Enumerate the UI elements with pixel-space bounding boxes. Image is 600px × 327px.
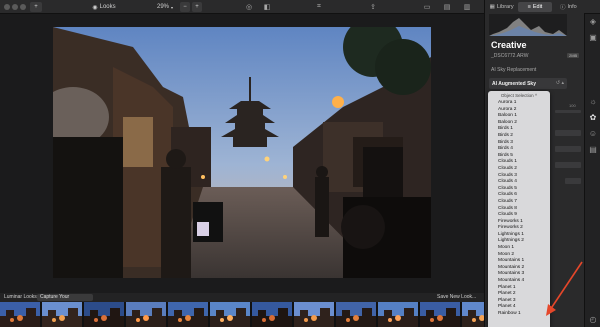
file-size-badge: 2MB [567,53,580,58]
portfolio-icon[interactable]: ▤ [588,144,598,154]
looks-icon: ◉ [92,4,98,11]
dropdown-item[interactable]: Planet 4 [488,304,550,311]
filmstrip-icon[interactable]: ▤ [440,2,454,12]
close-window-icon[interactable] [4,4,10,10]
sky-slider-1[interactable] [555,110,581,113]
dropdown-item[interactable]: Clouds 1 [488,159,550,166]
add-button[interactable]: + [30,2,42,12]
chevron-down-icon: ▾ [171,4,174,10]
dropdown-item[interactable]: Birds 1 [488,126,550,133]
look-thumbnail[interactable] [252,302,292,327]
minimize-window-icon[interactable] [12,4,18,10]
section-title: AI Augmented Sky [492,81,536,87]
panel-title: Creative [491,40,527,50]
dropdown-item[interactable]: Fireworks 2 [488,225,550,232]
object-selection-dropdown[interactable]: Object Selection ^ Aurora 1 Aurora 2 Baloo… [488,91,550,327]
looks-bar-label: Luminar Looks: [4,294,39,300]
dropdown-item[interactable]: Clouds 2 [488,166,550,173]
dropdown-item[interactable]: Clouds 6 [488,192,550,199]
reset-icon[interactable]: ↺ [556,80,560,86]
histogram [489,14,567,36]
edit-icon: ≡ [527,4,531,10]
panel-tabs: ▦ Library ≡ Edit ⓘ Info [485,2,585,12]
look-thumbnail[interactable] [0,302,40,327]
crop-icon[interactable]: ⌗ [312,2,326,12]
tab-info[interactable]: ⓘ Info [552,2,585,12]
ai-augmented-sky-header[interactable]: AI Augmented Sky ↺ ▴ [489,78,567,89]
slider-value: 100 [569,103,576,108]
histogram-graph [489,18,567,36]
section-controls: ↺ ▴ [556,80,564,86]
look-thumbnail[interactable] [168,302,208,327]
sky-control-4[interactable] [565,178,581,184]
share-icon[interactable]: ⇪ [366,2,380,12]
tab-library[interactable]: ▦ Library [485,2,518,12]
look-thumbnail[interactable] [336,302,376,327]
looks-label: Looks [99,4,116,10]
sun-icon[interactable]: ☼ [588,96,598,106]
luminar-window: + ◉ Looks 29% ▾ − + ◎ ◧ ⌗ ⇪ ▭ ▤ ▥ Lumina… [0,0,600,327]
dropdown-item[interactable]: Rainbow 1 [488,311,550,318]
zoom-level[interactable]: 29% ▾ [152,2,178,12]
file-name: _DSC6772.ARW [491,53,529,59]
tab-label: Library [496,4,514,10]
look-thumbnail[interactable] [294,302,334,327]
look-thumbnail[interactable] [210,302,250,327]
dropdown-item[interactable]: Birds 2 [488,133,550,140]
look-thumbnail[interactable] [42,302,82,327]
dropdown-item[interactable]: Aurora 1 [488,100,550,107]
dropdown-header: Object Selection ^ [500,93,538,98]
face-icon[interactable]: ☺ [588,128,598,138]
tab-edit[interactable]: ≡ Edit [518,2,552,12]
dropdown-item[interactable]: Clouds 4 [488,179,550,186]
look-thumbnail[interactable] [378,302,418,327]
dropdown-item[interactable]: Mountains 1 [488,258,550,265]
dropdown-item[interactable]: Planet 2 [488,291,550,298]
sky-control-3[interactable] [555,162,581,168]
looks-collection-select[interactable]: Capture Your Wanderlust ▾ [37,294,93,308]
compare-icon[interactable]: ◧ [260,2,274,12]
dropdown-item[interactable]: Clouds 7 [488,199,550,206]
section-subheading: AI Sky Replacement [491,67,537,73]
palette-icon[interactable]: ✿ [588,112,598,122]
zoom-value: 29% [156,4,169,10]
layers-icon[interactable]: ◈ [588,16,598,26]
zoom-out-button[interactable]: − [180,2,190,12]
looks-thumbnails [0,302,502,327]
dropdown-item[interactable]: Clouds 9 [488,212,550,219]
look-thumbnail[interactable] [84,302,124,327]
zoom-in-button[interactable]: + [192,2,202,12]
canvas-icon[interactable]: ▣ [588,32,598,42]
zoom-window-icon[interactable] [20,4,26,10]
photo-canvas [53,27,431,278]
tool-rail: ◈ ▣ ☼ ✿ ☺ ▤ ◴ [584,14,600,327]
look-thumbnail[interactable] [126,302,166,327]
left-margin [0,14,52,291]
main-photo[interactable] [53,27,431,278]
dropdown-item[interactable]: Birds 4 [488,146,550,153]
sky-control-1[interactable] [555,130,581,136]
dropdown-item[interactable]: Baloon 1 [488,113,550,120]
looks-bar: Luminar Looks: Capture Your Wanderlust ▾… [0,293,484,308]
tab-label: Edit [532,4,543,10]
dropdown-list: Aurora 1 Aurora 2 Baloon 1 Baloon 2 Birds 1B… [488,100,550,318]
library-icon: ▦ [489,4,495,10]
look-thumbnail[interactable] [420,302,460,327]
history-icon[interactable]: ◴ [588,314,598,324]
dropdown-item[interactable]: Mountains 4 [488,278,550,285]
collapse-icon[interactable]: ▴ [561,80,564,86]
info-icon: ⓘ [559,5,566,11]
dropdown-item[interactable]: Moon 1 [488,245,550,252]
side-panel-icon[interactable]: ▥ [460,2,474,12]
looks-button[interactable]: ◉ Looks [86,2,122,12]
eye-icon[interactable]: ◎ [242,2,256,12]
save-new-look-button[interactable]: Save New Look... [437,294,476,300]
tab-label: Info [567,4,577,10]
single-view-icon[interactable]: ▭ [420,2,434,12]
sky-control-2[interactable] [555,146,581,152]
